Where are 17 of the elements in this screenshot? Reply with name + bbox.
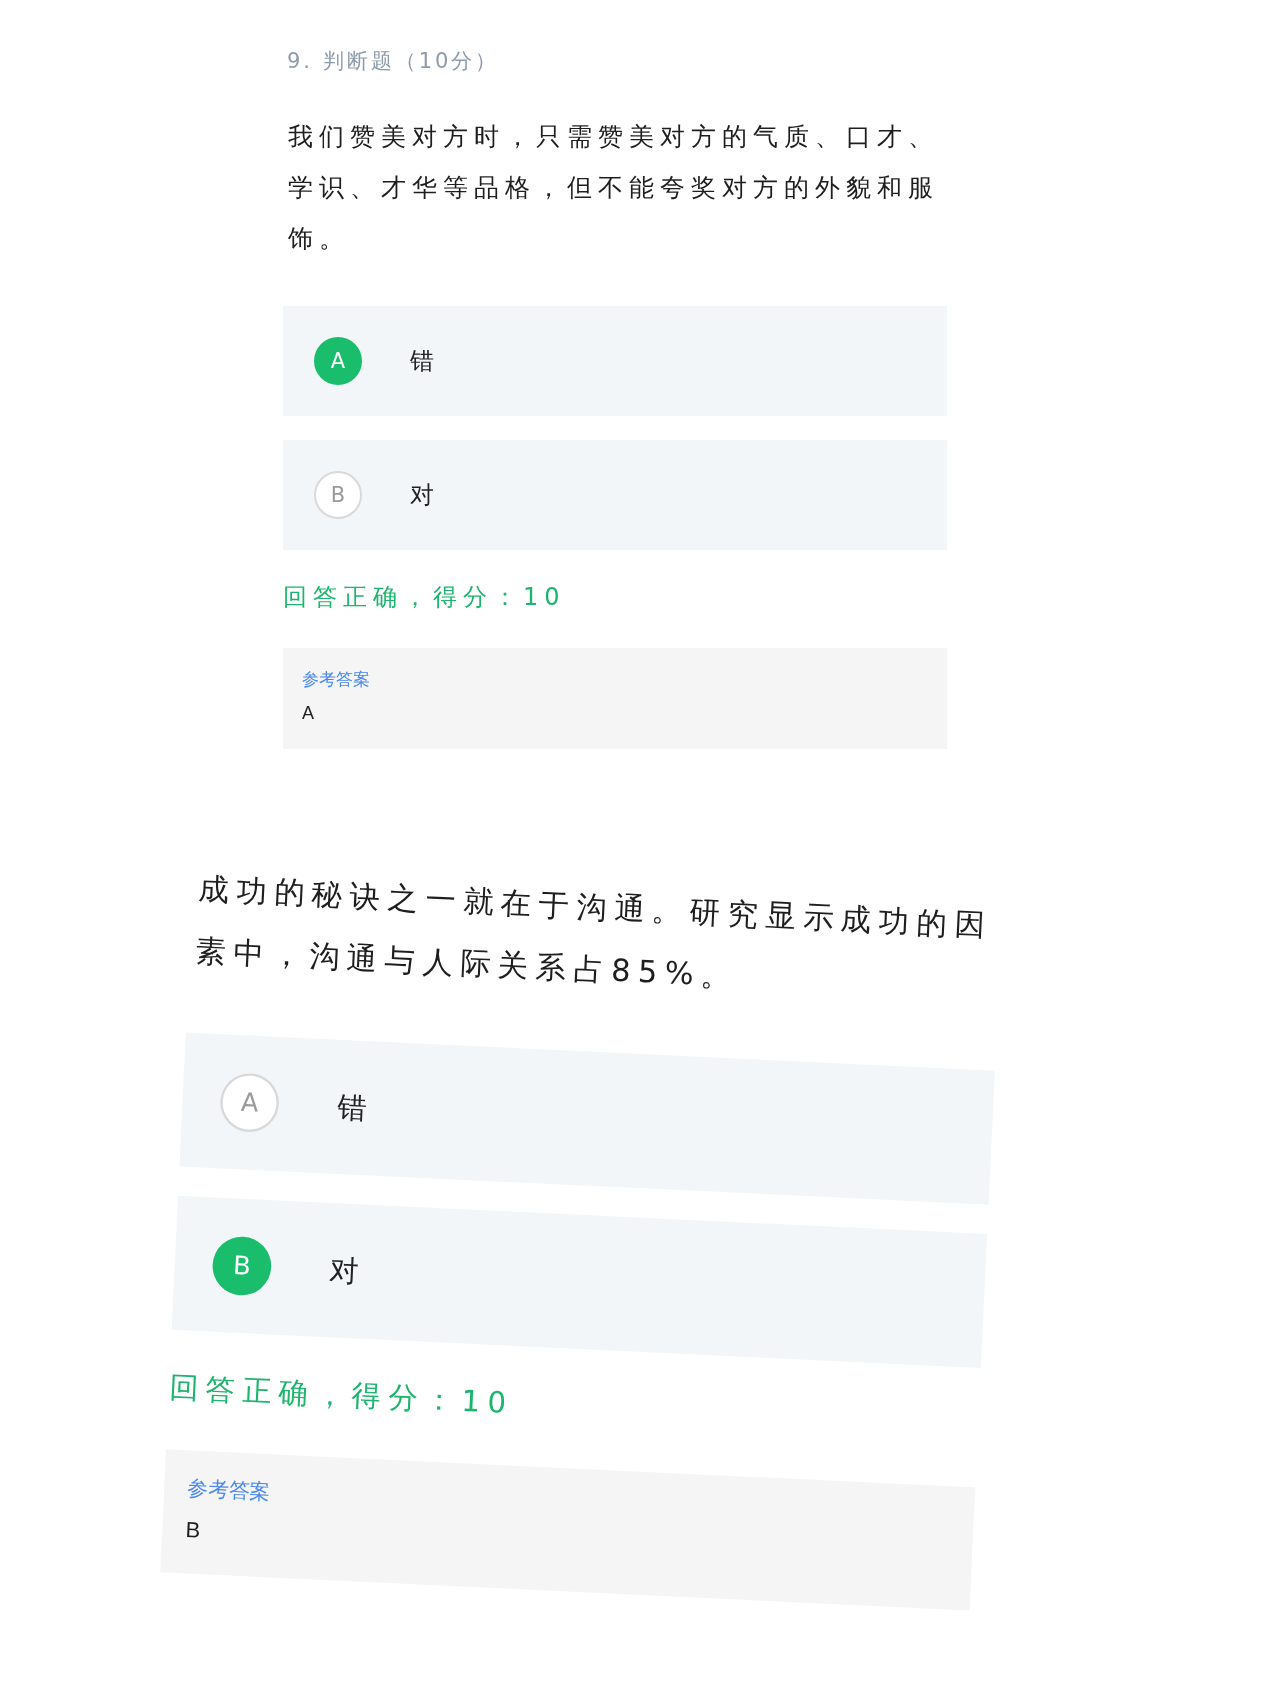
option-letter: B [211, 1235, 273, 1297]
reference-answer: A [302, 702, 314, 725]
question-text: 我们赞美对方时，只需赞美对方的气质、口才、学识、才华等品格，但不能夸奖对方的外貌和服饰。 [288, 121, 940, 255]
answer-option[interactable]: A 错 [179, 1032, 995, 1205]
result-text: 回答正确，得分：10 [283, 582, 567, 613]
answer-option[interactable]: A 错 [283, 306, 947, 416]
answer-option[interactable]: B 对 [283, 440, 947, 550]
option-letter: B [314, 471, 362, 519]
option-letter: A [314, 337, 362, 385]
reference-answer: B [184, 1516, 201, 1545]
reference-label: 参考答案 [302, 668, 370, 691]
question-text: 成功的秘诀之一就在于沟通。研究显示成功的因素中，沟通与人际关系占85%。 [194, 869, 994, 996]
option-letter: A [218, 1072, 281, 1134]
answer-option[interactable]: B 对 [171, 1195, 988, 1368]
question-header: 9. 判断题（10分） [287, 48, 501, 75]
reference-label: 参考答案 [186, 1474, 271, 1507]
result-text: 回答正确，得分：10 [168, 1369, 516, 1423]
